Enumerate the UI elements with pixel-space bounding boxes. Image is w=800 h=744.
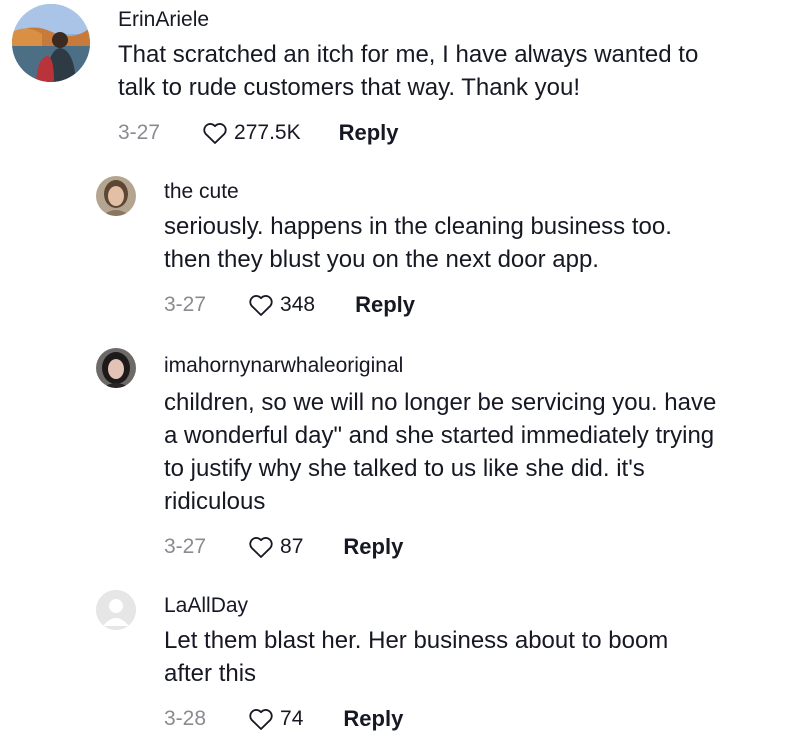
comment-date: 3-28 bbox=[164, 707, 207, 730]
heart-outline-icon bbox=[203, 123, 227, 144]
avatar[interactable] bbox=[96, 176, 136, 216]
like-count: 348 bbox=[280, 293, 316, 316]
avatar[interactable] bbox=[12, 4, 90, 82]
comment-meta: 3-27 277.5K Reply bbox=[118, 118, 399, 148]
heart-outline-icon bbox=[249, 709, 273, 730]
like-count: 74 bbox=[280, 707, 304, 730]
comment-date: 3-27 bbox=[118, 121, 161, 144]
comment-text: That scratched an itch for me, I have al… bbox=[118, 41, 699, 101]
like-button[interactable]: 277.5K bbox=[202, 121, 301, 145]
reply-button[interactable]: Reply bbox=[343, 534, 403, 560]
avatar-photo bbox=[12, 4, 90, 82]
avatar-photo bbox=[96, 348, 136, 388]
comment-text: children, so we will no longer be servic… bbox=[164, 389, 717, 515]
comment-username[interactable]: the cute bbox=[164, 180, 239, 204]
comment-meta: 3-27 348 Reply bbox=[164, 290, 415, 320]
avatar-photo bbox=[96, 176, 136, 216]
like-count: 277.5K bbox=[234, 121, 301, 144]
comment-item: ErinAriele That scratched an itch for me… bbox=[0, 0, 800, 160]
comment-date: 3-27 bbox=[164, 535, 207, 558]
like-button[interactable]: 87 bbox=[248, 535, 303, 559]
like-button[interactable]: 348 bbox=[248, 293, 315, 317]
reply-button[interactable]: Reply bbox=[343, 706, 403, 732]
comment-meta: 3-27 87 Reply bbox=[164, 532, 403, 562]
comment-text: Let them blast her. Her business about t… bbox=[164, 627, 669, 687]
reply-button[interactable]: Reply bbox=[339, 120, 399, 146]
like-count: 87 bbox=[280, 535, 304, 558]
heart-outline-icon bbox=[249, 537, 273, 558]
comment-meta: 3-28 74 Reply bbox=[164, 704, 403, 734]
reply-button[interactable]: Reply bbox=[355, 292, 415, 318]
comment-text: seriously. happens in the cleaning busin… bbox=[164, 213, 672, 273]
comment-username[interactable]: imahornynarwhaleoriginal bbox=[164, 354, 403, 378]
comment-username[interactable]: ErinAriele bbox=[118, 8, 209, 32]
default-avatar-icon bbox=[96, 590, 136, 630]
comment-item: the cute seriously. happens in the clean… bbox=[0, 168, 800, 338]
avatar[interactable] bbox=[96, 348, 136, 388]
comment-date: 3-27 bbox=[164, 293, 207, 316]
heart-outline-icon bbox=[249, 295, 273, 316]
avatar[interactable] bbox=[96, 590, 136, 630]
comment-item: LaAllDay Let them blast her. Her busines… bbox=[0, 584, 800, 744]
like-button[interactable]: 74 bbox=[248, 707, 303, 731]
comment-username[interactable]: LaAllDay bbox=[164, 594, 248, 618]
comment-item: imahornynarwhaleoriginal children, so we… bbox=[0, 342, 800, 582]
